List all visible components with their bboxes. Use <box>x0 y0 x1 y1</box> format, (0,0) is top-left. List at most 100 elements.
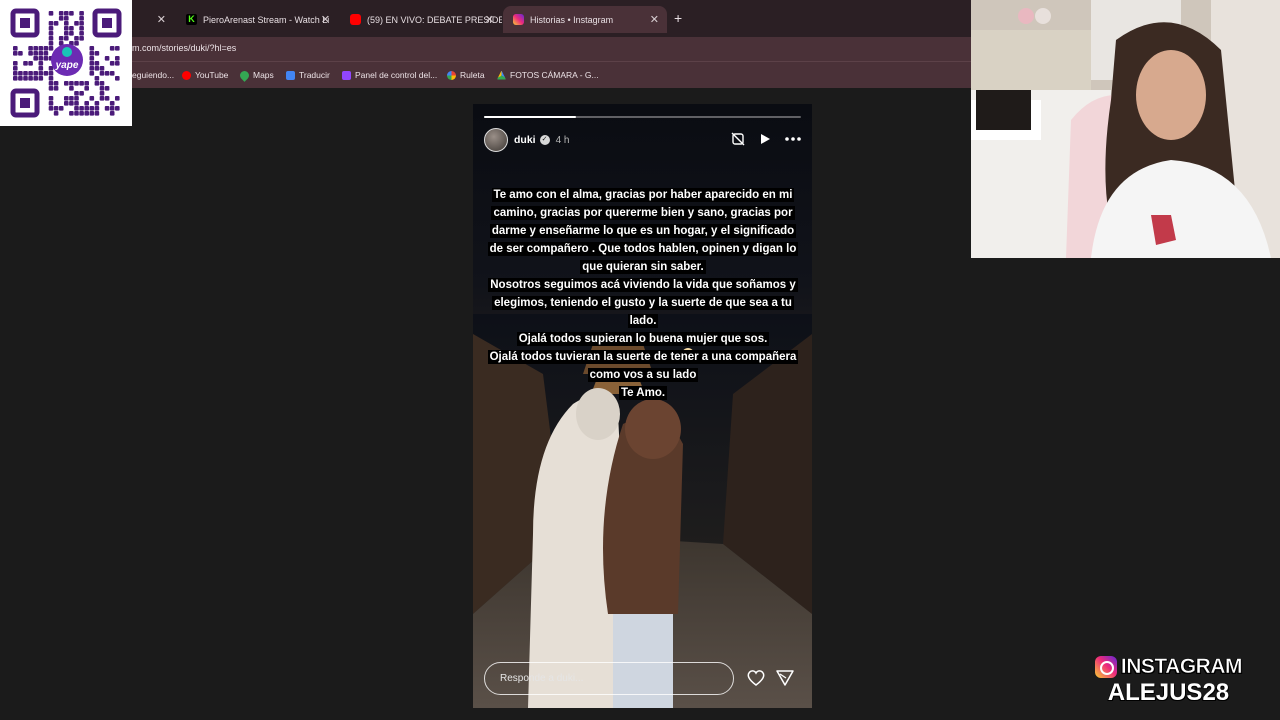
qr-module <box>48 31 54 36</box>
qr-module <box>115 56 120 61</box>
bookmark-youtube[interactable]: YouTube <box>182 70 228 80</box>
qr-module <box>84 81 89 86</box>
qr-module <box>89 111 95 116</box>
qr-module <box>38 61 44 66</box>
qr-module <box>48 106 54 111</box>
tab-partial[interactable]: ✕ <box>132 6 174 33</box>
caption-line: Ojalá todos supieran lo buena mujer que … <box>516 332 770 346</box>
qr-module <box>69 101 74 106</box>
qr-module <box>89 61 95 66</box>
qr-module <box>74 21 79 26</box>
qr-module <box>38 71 44 76</box>
send-icon[interactable] <box>776 669 794 687</box>
qr-module <box>48 11 54 16</box>
bookmark-ruleta[interactable]: Ruleta <box>447 70 485 80</box>
qr-module <box>79 16 84 21</box>
qr-module <box>18 51 23 56</box>
youtube-icon <box>182 70 191 80</box>
qr-module <box>43 46 49 51</box>
qr-module <box>64 36 69 41</box>
qr-module <box>94 101 100 106</box>
qr-module <box>13 51 18 56</box>
qr-module <box>94 106 100 111</box>
instagram-label: INSTAGRAM <box>1120 655 1243 679</box>
qr-module <box>53 81 59 86</box>
qr-module <box>84 101 89 106</box>
webcam-image <box>971 0 1280 258</box>
qr-module <box>115 76 120 81</box>
qr-module <box>64 11 69 16</box>
bookmark-maps[interactable]: Maps <box>238 68 274 82</box>
address-bar[interactable]: m.com/stories/duki/?hl=es <box>0 37 971 61</box>
qr-module <box>48 81 54 86</box>
qr-module <box>79 11 84 16</box>
qr-module <box>99 96 105 101</box>
yape-qr-code: yape <box>0 0 132 126</box>
close-icon[interactable]: ✕ <box>321 13 330 26</box>
close-icon[interactable]: ✕ <box>157 13 166 26</box>
qr-module <box>69 111 74 116</box>
qr-module <box>28 76 33 81</box>
muted-icon[interactable] <box>731 132 745 146</box>
qr-module <box>48 46 54 51</box>
tab-kick-stream[interactable]: K PieroArenast Stream - Watch Li ✕ <box>176 6 338 33</box>
qr-module <box>69 11 74 16</box>
play-icon[interactable] <box>759 133 771 145</box>
qr-module <box>74 111 79 116</box>
like-heart-icon[interactable] <box>746 669 766 687</box>
qr-module <box>64 31 69 36</box>
drive-icon <box>497 70 506 80</box>
qr-module <box>53 21 59 26</box>
qr-module <box>38 46 44 51</box>
qr-module <box>13 61 18 66</box>
browser-tab-bar: ✕ K PieroArenast Stream - Watch Li ✕ (59… <box>0 0 971 37</box>
qr-module <box>13 46 18 51</box>
qr-module <box>104 106 110 111</box>
avatar[interactable] <box>484 128 508 152</box>
tab-instagram[interactable]: Historias • Instagram ✕ <box>503 6 667 33</box>
qr-module <box>79 21 84 26</box>
qr-module <box>43 56 49 61</box>
qr-module <box>64 96 69 101</box>
webcam-feed <box>971 0 1280 258</box>
qr-module <box>58 36 64 41</box>
tab-youtube-debate[interactable]: (59) EN VIVO: DEBATE PRESIDE ✕ <box>340 6 502 33</box>
instagram-handle: ALEJUS28 <box>1107 679 1230 706</box>
reply-input[interactable]: Responde a duki... <box>484 662 734 695</box>
qr-module <box>94 111 100 116</box>
qr-module <box>84 86 89 91</box>
qr-module <box>48 41 54 46</box>
close-icon[interactable]: ✕ <box>650 13 659 26</box>
new-tab-button[interactable]: + <box>674 10 682 26</box>
qr-module <box>115 61 120 66</box>
qr-module <box>109 71 115 76</box>
bookmark-fotos-camara[interactable]: FOTOS CÁMARA - G... <box>497 70 599 80</box>
story-caption: Te amo con el alma, gracias por haber ap… <box>485 185 801 401</box>
qr-module <box>109 111 115 116</box>
qr-module <box>33 56 38 61</box>
qr-code-graphic: yape <box>10 8 122 118</box>
story-progress-bar <box>484 116 801 118</box>
qr-module <box>115 46 120 51</box>
qr-module <box>115 106 120 111</box>
qr-module <box>74 36 79 41</box>
story-username[interactable]: duki <box>514 134 536 146</box>
qr-module <box>48 101 54 106</box>
instagram-story[interactable]: duki ✓ 4 h Te amo con el alma, gracias p… <box>473 104 812 708</box>
qr-module <box>104 96 110 101</box>
bookmark-siguiendo[interactable]: eguiendo... <box>132 70 174 80</box>
qr-module <box>94 61 100 66</box>
qr-module <box>58 11 64 16</box>
close-icon[interactable]: ✕ <box>485 13 494 26</box>
qr-module <box>64 21 69 26</box>
qr-module <box>53 106 59 111</box>
bookmark-traducir[interactable]: Traducir <box>286 70 330 80</box>
qr-module <box>74 106 79 111</box>
story-progress-fill <box>484 116 576 118</box>
more-options-icon[interactable] <box>785 133 801 145</box>
qr-module <box>109 106 115 111</box>
bookmark-twitch-panel[interactable]: Panel de control del... <box>342 70 437 80</box>
qr-module <box>89 66 95 71</box>
qr-module <box>64 16 69 21</box>
qr-module <box>58 16 64 21</box>
